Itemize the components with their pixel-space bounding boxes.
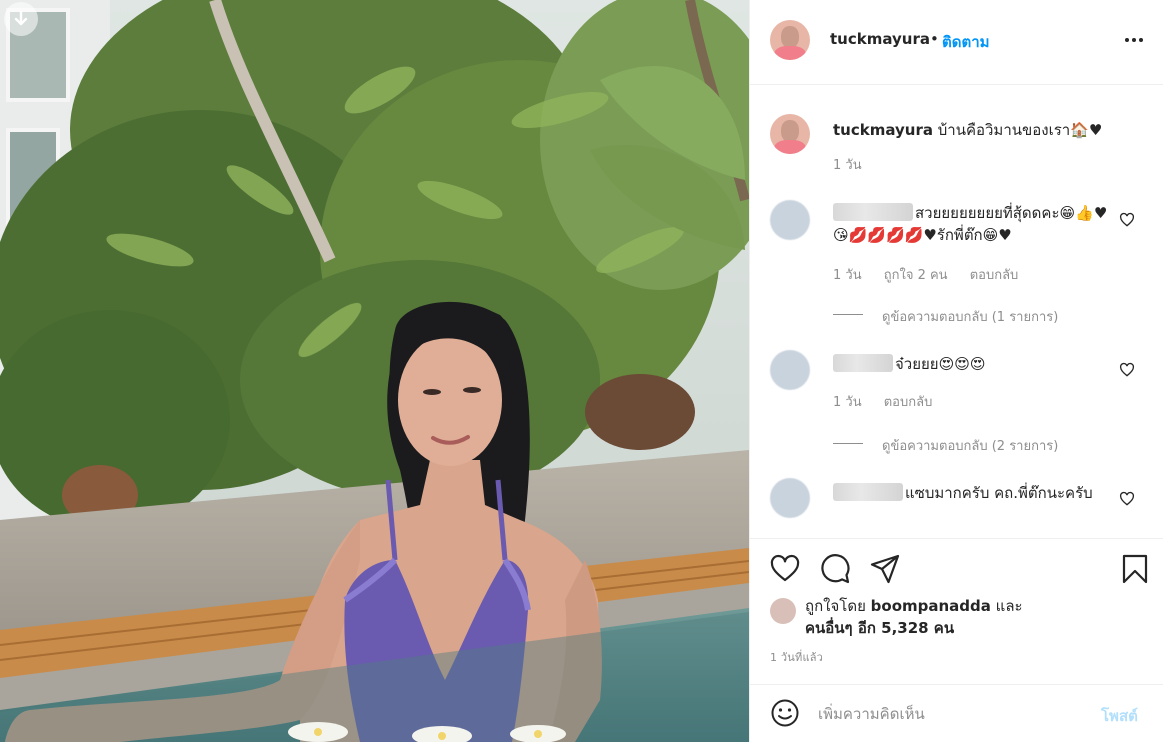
- view-replies-button[interactable]: ดูข้อความตอบกลับ (2 รายการ): [882, 435, 1058, 456]
- bookmark-icon[interactable]: [1119, 553, 1151, 585]
- blurred-username: [833, 354, 893, 372]
- liker-avatar[interactable]: [770, 598, 796, 624]
- post-photo[interactable]: [0, 0, 749, 742]
- comment-body: จ๋วยยย😍😍😍: [833, 353, 1118, 375]
- heart-icon[interactable]: [1119, 362, 1135, 378]
- commenter-avatar[interactable]: [770, 200, 810, 240]
- heart-icon[interactable]: [769, 553, 801, 585]
- caption-avatar[interactable]: [770, 114, 810, 154]
- comment-body: สวยยยยยยยยที่สุ้ดดคะ😁👍♥😘💋💋💋💋♥รักพี่ต๊ก😁♥: [833, 202, 1118, 246]
- likes-summary: ถูกใจโดย boompanadda และ คนอื่นๆ อีก 5,3…: [805, 595, 1105, 639]
- view-replies-button[interactable]: ดูข้อความตอบกลับ (1 รายการ): [882, 306, 1058, 327]
- reply-divider: [833, 314, 863, 315]
- comment-meta: 1 วัน ถูกใจ 2 คน ตอบกลับ: [833, 264, 1036, 285]
- blurred-username: [833, 203, 913, 221]
- comment-likes[interactable]: ถูกใจ 2 คน: [884, 268, 948, 283]
- likes-and: และ: [995, 597, 1023, 615]
- add-comment-bar: โพสต์: [750, 684, 1163, 742]
- author-username[interactable]: tuckmayura: [830, 30, 930, 48]
- liker-username[interactable]: boompanadda: [871, 597, 991, 615]
- photo-illustration: [0, 0, 749, 742]
- author-avatar[interactable]: [770, 20, 810, 60]
- comment-time: 1 วัน: [833, 395, 862, 410]
- comment-text: แซบมากครับ คถ.พี่ต๊กนะครับ: [905, 484, 1093, 502]
- follow-button[interactable]: ติดตาม: [942, 30, 990, 54]
- post-comment-button[interactable]: โพสต์: [1101, 704, 1138, 728]
- comment-meta: 1 วัน ตอบกลับ: [833, 391, 950, 412]
- paper-plane-icon[interactable]: [869, 553, 901, 585]
- download-arrow-icon: [14, 10, 28, 26]
- reply-button[interactable]: ตอบกลับ: [884, 395, 933, 410]
- caption-body: tuckmayura บ้านคือวิมานของเรา🏠♥: [833, 118, 1133, 142]
- reply-button[interactable]: ตอบกลับ: [970, 268, 1019, 283]
- heart-icon[interactable]: [1119, 491, 1135, 507]
- post-actions: ถูกใจโดย boompanadda และ คนอื่นๆ อีก 5,3…: [750, 538, 1163, 684]
- comments-list[interactable]: tuckmayura บ้านคือวิมานของเรา🏠♥ 1 วัน สว…: [750, 86, 1163, 538]
- separator-dot: •: [930, 30, 939, 48]
- comment-bubble-icon[interactable]: [819, 553, 851, 585]
- more-options-icon[interactable]: [1122, 30, 1146, 50]
- commenter-avatar[interactable]: [770, 350, 810, 390]
- commenter-avatar[interactable]: [770, 478, 810, 518]
- post-side-panel: tuckmayura • ติดตาม tuckmayura บ้านคือวิ…: [749, 0, 1163, 742]
- caption-text: บ้านคือวิมานของเรา🏠♥: [937, 121, 1103, 139]
- caption-username[interactable]: tuckmayura: [833, 121, 933, 139]
- comment-time: 1 วัน: [833, 268, 862, 283]
- blurred-username: [833, 483, 903, 501]
- smiley-face-icon[interactable]: [770, 698, 800, 728]
- comment-body: แซบมากครับ คถ.พี่ต๊กนะครับ: [833, 482, 1118, 504]
- post-time-ago: 1 วันที่แล้ว: [770, 651, 824, 664]
- likes-prefix: ถูกใจโดย: [805, 597, 866, 615]
- download-button[interactable]: [4, 2, 38, 36]
- heart-icon[interactable]: [1119, 212, 1135, 228]
- reply-divider: [833, 443, 863, 444]
- likes-others-button[interactable]: คนอื่นๆ อีก 5,328 คน: [805, 619, 954, 637]
- comment-input[interactable]: [818, 703, 1078, 725]
- caption-time: 1 วัน: [833, 158, 862, 173]
- comment-text: จ๋วยยย😍😍😍: [895, 355, 986, 373]
- post-header: tuckmayura • ติดตาม: [750, 0, 1163, 85]
